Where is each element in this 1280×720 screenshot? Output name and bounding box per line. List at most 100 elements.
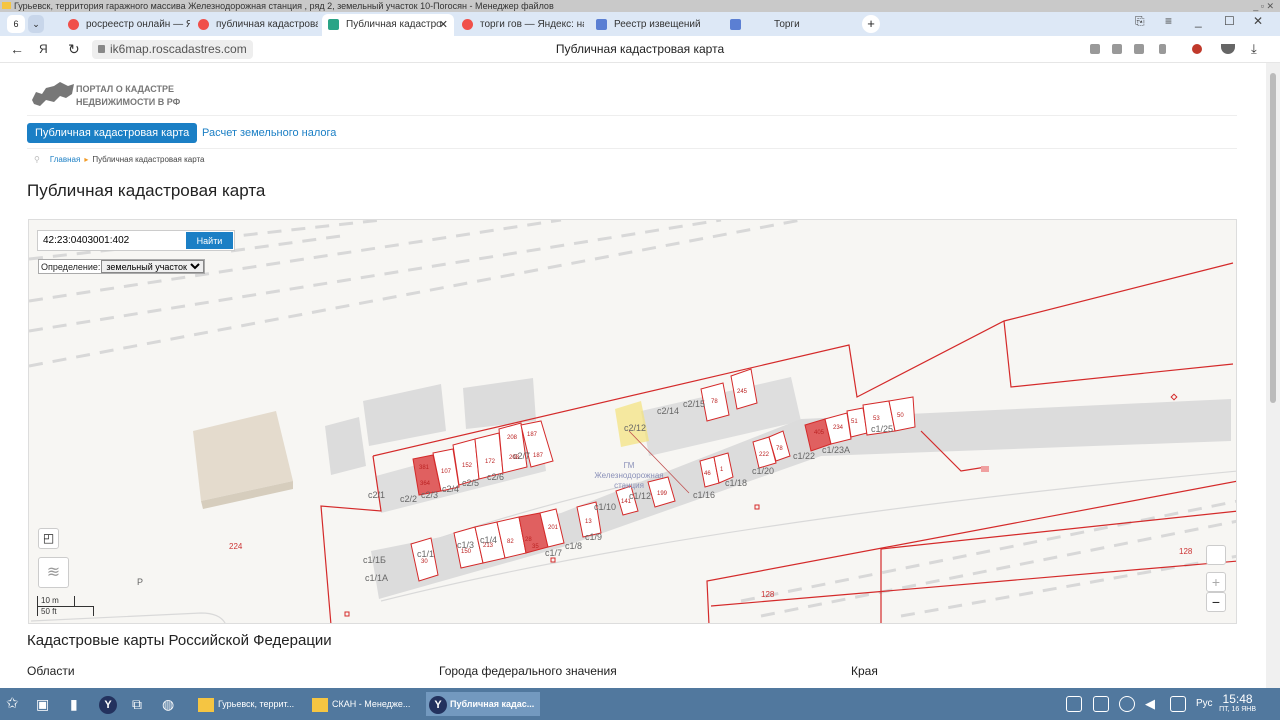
parcel-number: 199 [657, 491, 668, 497]
parcel-number: 107 [441, 469, 452, 475]
bookmark-icon[interactable] [1159, 44, 1166, 54]
tab-torgi-search[interactable]: торги гов — Яндекс: нашл [456, 14, 584, 36]
map-canvas[interactable]: c2/1 c2/2 c2/3 c2/4 c2/5 c2/6 c2/7 c2/12… [29, 220, 1237, 624]
window-titlebar: Гурьевск, территория гаражного массива Ж… [0, 0, 1280, 12]
zoom-in-button[interactable]: + [1206, 572, 1226, 592]
profile-icon[interactable] [1192, 44, 1202, 54]
apps-icon[interactable] [1090, 44, 1100, 54]
tab-list-chevron-icon[interactable]: ⌄ [28, 15, 44, 33]
definition-select[interactable]: земельный участок [101, 260, 205, 273]
taskbar: ✩ ▣ ▮ Y ⧉ ◍ Гурьевск, террит... СКАН - М… [0, 688, 1280, 720]
tray-display-icon[interactable] [1170, 696, 1186, 712]
fullscreen-icon: ◰ [42, 531, 55, 545]
logo-line2: НЕДВИЖИМОСТИ В РФ [76, 97, 181, 107]
definition-control: Определение: земельный участок [38, 259, 206, 274]
bookmarks-icon[interactable]: ⎘ [1135, 14, 1145, 29]
extension-icon[interactable] [1134, 44, 1144, 54]
map-label: c2/3 [421, 490, 438, 500]
map-label: c1/22 [793, 451, 815, 461]
map-label: c1/20 [752, 466, 774, 476]
volume-icon[interactable]: ◀ [1145, 692, 1155, 716]
tray-app-icon[interactable] [1093, 696, 1109, 712]
windows-icon[interactable]: ⧉ [132, 692, 142, 716]
breadcrumb-home[interactable]: Главная [50, 155, 80, 164]
regions-column-oblasti: Области [27, 664, 75, 678]
tab-public-map[interactable]: Публичная кадастро ✕ [322, 14, 454, 36]
reader-icon[interactable] [1112, 44, 1122, 54]
tab-count-button[interactable]: 6 [7, 15, 25, 33]
tab-label: торги гов — Яндекс: нашл [480, 19, 584, 30]
map-label: 224 [229, 542, 243, 551]
parcel-number: 172 [485, 459, 496, 465]
zoom-out-button[interactable]: − [1206, 592, 1226, 612]
cadastral-map[interactable]: c2/1 c2/2 c2/3 c2/4 c2/5 c2/6 c2/7 c2/12… [28, 219, 1237, 624]
cadastral-search: Найти [37, 230, 235, 251]
clock-date: ПТ, 16 ЯНВ [1219, 706, 1256, 713]
breadcrumb-arrow-icon: ▸ [84, 155, 89, 164]
parcel-number: 141 [621, 499, 632, 505]
maximize-icon[interactable]: ☐ [1224, 14, 1235, 28]
menu-land-tax[interactable]: Расчет земельного налога [202, 123, 336, 143]
tray-network-icon[interactable] [1119, 696, 1135, 712]
minimize-icon[interactable]: _ [1195, 14, 1202, 28]
clock[interactable]: 15:48 ПТ, 16 ЯНВ [1219, 692, 1256, 713]
page-title-bar: Публичная кадастровая карта [555, 42, 725, 56]
folder-icon [198, 697, 214, 712]
map-label: c1/8 [565, 541, 582, 551]
start-menu-icon[interactable]: ✩ [6, 692, 19, 716]
map-label: c1/18 [725, 478, 747, 488]
tab-rosreestr[interactable]: росреестр онлайн — Янд [62, 14, 190, 36]
tray-expand-icon[interactable] [1066, 696, 1082, 712]
parcel-number: 150 [461, 549, 472, 555]
close-tab-icon[interactable]: ✕ [439, 14, 448, 36]
window-controls[interactable]: _ ▫ ✕ [1253, 0, 1274, 12]
keyboard-layout[interactable]: Рус [1196, 692, 1213, 716]
cadastral-number-input[interactable] [40, 233, 182, 248]
file-manager-icon[interactable]: ▮ [70, 692, 78, 716]
tab-public-map-search[interactable]: публичная кадастрован [192, 14, 318, 36]
parcel-number: 78 [711, 399, 718, 405]
menu-icon[interactable]: ≡ [1165, 14, 1172, 28]
tab-torgi[interactable]: Торги [724, 14, 854, 36]
network-browser-icon[interactable]: ◍ [162, 692, 174, 716]
page-scrollbar[interactable] [1266, 63, 1280, 688]
taskbar-item-browser[interactable]: Y Публичная кадас... [426, 692, 541, 716]
folder-icon [2, 2, 11, 9]
map-label: c1/23А [822, 445, 850, 455]
new-tab-button[interactable]: + [862, 15, 880, 33]
find-button[interactable]: Найти [186, 232, 233, 249]
location-pin-icon: ⚲ [34, 155, 40, 164]
parcel-number: 82 [507, 539, 514, 545]
scrollbar-thumb[interactable] [1270, 73, 1276, 403]
taskbar-label: Публичная кадас... [450, 699, 535, 709]
map-tool-button[interactable] [1206, 545, 1226, 565]
parcel-number: 405 [814, 430, 825, 436]
map-label: c1/9 [585, 532, 602, 542]
menu-public-map[interactable]: Публичная кадастровая карта [27, 123, 198, 143]
taskbar-label: Гурьевск, террит... [218, 699, 295, 709]
yandex-browser-icon[interactable]: Y [96, 692, 120, 716]
regions-column-federal-cities: Города федерального значения [439, 664, 617, 678]
clock-time: 15:48 [1222, 692, 1253, 706]
map-label: c1/16 [693, 490, 715, 500]
definition-label: Определение: [41, 262, 101, 272]
show-desktop-icon[interactable]: ▣ [36, 692, 49, 716]
tab-registry[interactable]: Реестр извещений [590, 14, 720, 36]
parcel-number: 222 [759, 452, 770, 458]
close-window-icon[interactable]: ✕ [1253, 14, 1263, 28]
site-logo[interactable]: ПОРТАЛ О КАДАСТРЕ НЕДВИЖИМОСТИ В РФ [30, 80, 180, 111]
parcel-number: 53 [873, 416, 880, 422]
fullscreen-button[interactable]: ◰ [38, 528, 59, 549]
parcel-number: 234 [833, 425, 844, 431]
map-label: c2/15 [683, 399, 705, 409]
taskbar-item-files2[interactable]: СКАН - Менедже... [312, 692, 418, 716]
parcel-number: 51 [851, 419, 858, 425]
parcel-number: 213 [483, 543, 494, 549]
poi-label-line: ГМ [624, 461, 635, 470]
download-icon[interactable]: ⤓ [1251, 41, 1257, 57]
layers-button[interactable]: ≋ [38, 557, 69, 588]
tab-bar: росреестр онлайн — Янд публичная кадастр… [0, 12, 1280, 36]
scale-meters: 10 m [37, 596, 75, 606]
taskbar-item-files1[interactable]: Гурьевск, террит... [198, 692, 304, 716]
parcel-number: 78 [776, 446, 783, 452]
